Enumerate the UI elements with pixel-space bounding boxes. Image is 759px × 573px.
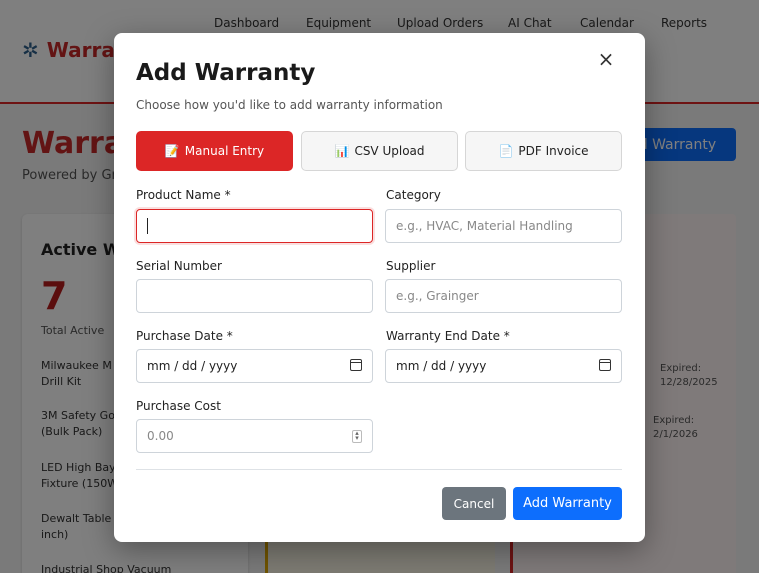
close-icon[interactable]: × xyxy=(596,49,616,69)
memo-icon: 📝 xyxy=(164,144,180,158)
supplier-input[interactable]: e.g., Grainger xyxy=(385,279,622,313)
warranty-end-date-label: Warranty End Date * xyxy=(386,329,510,343)
tab-label: PDF Invoice xyxy=(518,144,589,158)
serial-number-label: Serial Number xyxy=(136,259,222,273)
cancel-button[interactable]: Cancel xyxy=(442,487,506,520)
modal-subtitle: Choose how you'd like to add warranty in… xyxy=(136,98,443,112)
calendar-icon[interactable] xyxy=(350,359,362,371)
category-placeholder: e.g., HVAC, Material Handling xyxy=(396,219,573,233)
purchase-cost-input[interactable]: 0.00 ▴ ▾ xyxy=(136,419,373,453)
purchase-date-label: Purchase Date * xyxy=(136,329,233,343)
serial-number-input[interactable] xyxy=(136,279,373,313)
purchase-cost-label: Purchase Cost xyxy=(136,399,221,413)
modal-title: Add Warranty xyxy=(136,60,316,86)
document-icon: 📄 xyxy=(498,144,514,158)
add-warranty-modal: × Add Warranty Choose how you'd like to … xyxy=(114,33,645,542)
tab-label: CSV Upload xyxy=(354,144,425,158)
product-name-input[interactable] xyxy=(136,209,373,243)
text-caret xyxy=(147,218,148,234)
tab-pdf-invoice[interactable]: 📄 PDF Invoice xyxy=(465,131,622,171)
purchase-cost-placeholder: 0.00 xyxy=(147,429,174,443)
tab-label: Manual Entry xyxy=(184,144,265,158)
footer-divider xyxy=(136,469,622,470)
product-name-label: Product Name * xyxy=(136,188,231,202)
add-warranty-button[interactable]: Add Warranty xyxy=(513,487,622,520)
supplier-placeholder: e.g., Grainger xyxy=(396,289,479,303)
tab-csv-upload[interactable]: 📊 CSV Upload xyxy=(301,131,458,171)
bar-chart-icon: 📊 xyxy=(334,144,350,158)
tab-manual-entry[interactable]: 📝 Manual Entry xyxy=(136,131,293,171)
category-label: Category xyxy=(386,188,441,202)
warranty-end-date-value: mm / dd / yyyy xyxy=(396,359,487,373)
number-spinner-icon[interactable]: ▴ ▾ xyxy=(352,430,362,443)
calendar-icon[interactable] xyxy=(599,359,611,371)
warranty-end-date-input[interactable]: mm / dd / yyyy xyxy=(385,349,622,383)
category-input[interactable]: e.g., HVAC, Material Handling xyxy=(385,209,622,243)
purchase-date-input[interactable]: mm / dd / yyyy xyxy=(136,349,373,383)
purchase-date-value: mm / dd / yyyy xyxy=(147,359,238,373)
supplier-label: Supplier xyxy=(386,259,436,273)
